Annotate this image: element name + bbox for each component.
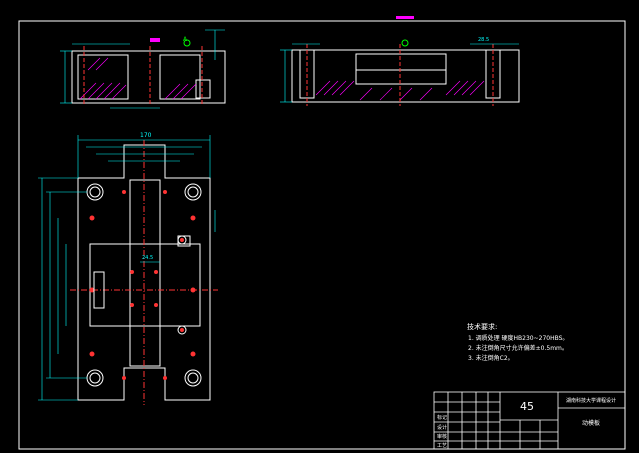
material-label: 45 [520,400,534,413]
tb-row-4: 工艺 [437,443,448,449]
main-plan-view [38,135,218,405]
tb-row-3: 审核 [437,434,448,440]
note-line-3: 3. 未注倒角C2。 [468,355,514,362]
pitch-dim: 24.5 [142,255,154,261]
school-label: 湖南科技大学课程设计 [566,398,617,404]
top-right-section-view [280,16,520,106]
right-view-size-dim: 28.5 [478,37,490,43]
tb-row-2: 设计 [437,425,448,431]
part-name-label: 动模板 [582,420,601,427]
note-line-2: 2. 未注倒角尺寸允许偏差±0.5mm。 [468,345,568,352]
section-label-a: A [183,36,188,43]
note-line-1: 1. 调质处理 硬度HB230~270HBS。 [468,335,569,342]
notes-title: 技术要求: [467,323,498,331]
overall-width-dim: 170 [140,132,152,139]
top-left-section-view [60,29,226,109]
tb-row-1: 标记 [437,415,448,421]
cad-drawing-canvas [18,16,626,450]
